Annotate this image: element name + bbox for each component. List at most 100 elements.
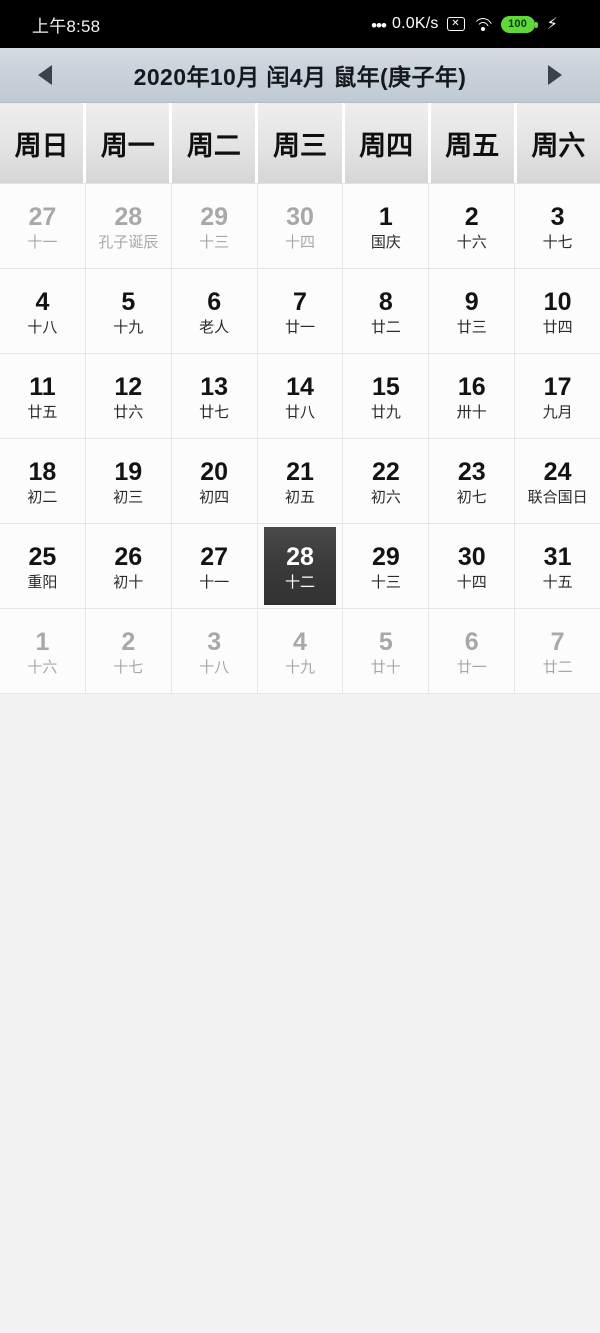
calendar-day-cell[interactable]: 5 十九 (85, 269, 172, 353)
calendar-day-cell[interactable]: 31 十五 (515, 524, 600, 608)
calendar-day-lunar-label: 廿九 (370, 403, 401, 421)
calendar-day-cell[interactable]: 4 十八 (0, 269, 86, 353)
calendar-day-cell[interactable]: 20 初四 (171, 439, 258, 523)
calendar-day-cell[interactable]: 8 廿二 (343, 269, 430, 353)
calendar-day-inner: 20 初四 (178, 442, 250, 520)
calendar-day-inner: 5 十九 (92, 272, 164, 350)
calendar-day-cell[interactable]: 7 廿二 (515, 609, 600, 693)
calendar-day-cell[interactable]: 1 十六 (0, 609, 86, 693)
calendar-day-cell[interactable]: 25 重阳 (0, 524, 86, 608)
calendar-week-row: 18 初二 19 初三 20 初四 21 初五 22 初六 23 初七 24 联合国日 (0, 439, 600, 524)
calendar-day-cell[interactable]: 30 十四 (257, 184, 344, 268)
calendar-day-cell[interactable]: 16 卅十 (429, 354, 516, 438)
calendar-day-cell[interactable]: 6 老人 (171, 269, 258, 353)
calendar-day-number: 23 (457, 457, 486, 486)
calendar-day-lunar-label: 重阳 (27, 573, 58, 591)
weekday-header-saturday: 周六 (516, 103, 600, 183)
battery-level-label: 100 (508, 17, 528, 30)
calendar-day-cell[interactable]: 2 十六 (429, 184, 516, 268)
calendar-day-inner: 3 十八 (178, 612, 250, 690)
calendar-day-cell[interactable]: 24 联合国日 (515, 439, 600, 523)
empty-content-area (0, 694, 600, 1333)
calendar-day-inner: 23 初七 (436, 442, 508, 520)
calendar-day-cell[interactable]: 6 廿一 (429, 609, 516, 693)
calendar-day-lunar-label: 十五 (542, 573, 573, 591)
calendar-day-lunar-label: 十二 (284, 573, 315, 591)
calendar-day-number: 7 (550, 627, 565, 656)
calendar-week-row: 27 十一 28 孔子诞辰 29 十三 30 十四 1 国庆 2 十六 3 十七 (0, 184, 600, 269)
calendar-day-lunar-label: 十三 (199, 233, 230, 251)
weekday-header-row: 周日 周一 周二 周三 周四 周五 周六 (0, 103, 600, 183)
calendar-day-cell[interactable]: 11 廿五 (0, 354, 86, 438)
calendar-day-number: 13 (200, 372, 229, 401)
calendar-day-number: 5 (121, 287, 136, 316)
calendar-day-cell[interactable]: 15 廿九 (343, 354, 430, 438)
status-clock: 上午8:58 (32, 16, 101, 36)
prev-month-button[interactable] (0, 65, 90, 85)
calendar-day-cell[interactable]: 4 十九 (257, 609, 344, 693)
calendar-day-number: 16 (457, 372, 486, 401)
calendar-day-cell[interactable]: 9 廿三 (429, 269, 516, 353)
calendar-day-number: 10 (543, 287, 572, 316)
calendar-day-lunar-label: 廿六 (113, 403, 144, 421)
calendar-day-cell[interactable]: 27 十一 (171, 524, 258, 608)
calendar-day-number: 24 (543, 457, 572, 486)
calendar-day-lunar-label: 十九 (113, 318, 144, 336)
calendar-day-lunar-label: 十三 (370, 573, 401, 591)
next-month-button[interactable] (510, 65, 600, 85)
calendar-day-number: 28 (286, 542, 314, 571)
calendar-day-cell-selected[interactable]: 28 十二 (257, 524, 344, 608)
calendar-day-inner: 17 九月 (522, 357, 594, 435)
calendar-day-number: 11 (29, 372, 56, 401)
calendar-day-cell[interactable]: 2 十七 (85, 609, 172, 693)
calendar-day-cell[interactable]: 29 十三 (343, 524, 430, 608)
calendar-day-number: 1 (378, 202, 393, 231)
calendar-day-cell[interactable]: 13 廿七 (171, 354, 258, 438)
network-speed-label: 0.0K/s (392, 15, 439, 32)
calendar-day-cell[interactable]: 28 孔子诞辰 (85, 184, 172, 268)
month-title: 2020年10月 闰4月 鼠年(庚子年) (133, 64, 467, 90)
calendar-day-cell[interactable]: 17 九月 (515, 354, 600, 438)
weekday-header-friday: 周五 (430, 103, 514, 183)
calendar-day-cell[interactable]: 3 十七 (515, 184, 600, 268)
calendar-day-cell[interactable]: 18 初二 (0, 439, 86, 523)
calendar-day-number: 1 (35, 627, 50, 656)
calendar-day-cell[interactable]: 3 十八 (171, 609, 258, 693)
status-bar: 上午8:58 ••• 0.0K/s ✕ 100 ⚡ (0, 0, 600, 48)
calendar-day-inner: 7 廿二 (522, 612, 594, 690)
calendar-grid: 27 十一 28 孔子诞辰 29 十三 30 十四 1 国庆 2 十六 3 十七 4 十八 5 十九 6 老人 7 廿一 8… (0, 183, 600, 694)
calendar-day-cell[interactable]: 7 廿一 (257, 269, 344, 353)
calendar-day-cell[interactable]: 21 初五 (257, 439, 344, 523)
calendar-day-lunar-label: 廿四 (542, 318, 573, 336)
calendar-day-inner: 6 老人 (178, 272, 250, 350)
calendar-day-cell[interactable]: 14 廿八 (257, 354, 344, 438)
calendar-day-inner: 27 十一 (178, 527, 250, 605)
calendar-day-cell[interactable]: 30 十四 (429, 524, 516, 608)
calendar-day-cell[interactable]: 1 国庆 (343, 184, 430, 268)
calendar-day-number: 25 (28, 542, 57, 571)
calendar-day-cell[interactable]: 22 初六 (343, 439, 430, 523)
calendar-day-number: 12 (114, 372, 143, 401)
calendar-day-cell[interactable]: 27 十一 (0, 184, 86, 268)
calendar-day-inner: 28 孔子诞辰 (92, 187, 164, 265)
wifi-icon (472, 17, 493, 32)
calendar-day-cell[interactable]: 10 廿四 (515, 269, 600, 353)
calendar-day-number: 29 (371, 542, 400, 571)
calendar-day-cell[interactable]: 23 初七 (429, 439, 516, 523)
calendar-day-cell[interactable]: 29 十三 (171, 184, 258, 268)
calendar-day-number: 20 (200, 457, 229, 486)
calendar-day-number: 29 (200, 202, 229, 231)
network-activity-icon: ••• (371, 16, 387, 35)
weekday-header-thursday: 周四 (344, 103, 428, 183)
calendar-day-cell[interactable]: 12 廿六 (85, 354, 172, 438)
calendar-day-lunar-label: 初七 (456, 488, 487, 506)
calendar-day-inner: 6 廿一 (436, 612, 508, 690)
calendar-day-cell[interactable]: 26 初十 (85, 524, 172, 608)
calendar-day-number: 7 (293, 287, 307, 316)
calendar-day-cell[interactable]: 5 廿十 (343, 609, 430, 693)
calendar-day-cell[interactable]: 19 初三 (85, 439, 172, 523)
calendar-day-number: 28 (114, 202, 143, 231)
calendar-day-lunar-label: 廿八 (284, 403, 315, 421)
calendar-day-number: 19 (114, 457, 143, 486)
calendar-day-lunar-label: 初五 (284, 488, 315, 506)
